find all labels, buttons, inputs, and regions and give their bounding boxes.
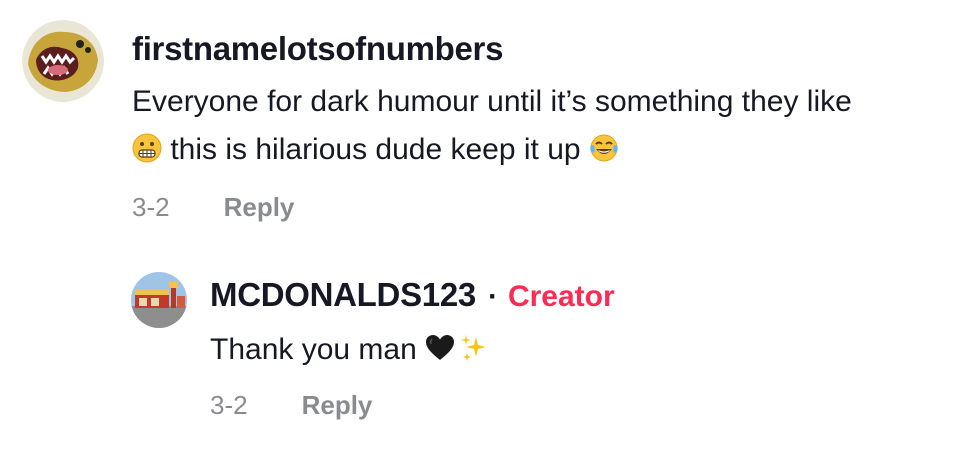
reply-button[interactable]: Reply (224, 192, 295, 223)
separator-dot: · (487, 280, 498, 313)
comment-text-line1: Everyone for dark humour until it’s some… (132, 85, 852, 118)
reply-body: MCDONALDS123 · Creator Thank you man 3-2 (210, 276, 971, 421)
comment-meta: 3-2 Reply (132, 192, 972, 223)
comment-username[interactable]: firstnamelotsofnumbers (132, 30, 503, 68)
comment-date: 3-2 (132, 192, 170, 222)
comment-thread: firstnamelotsofnumbers Everyone for dark… (0, 0, 980, 449)
reply-date: 3-2 (210, 390, 248, 420)
monster-avatar-icon (22, 20, 104, 102)
grimacing-face-emoji-icon (132, 133, 162, 163)
reply-meta: 3-2 Reply (210, 390, 971, 421)
reply-username[interactable]: MCDONALDS123 (210, 276, 476, 314)
sparkles-emoji-icon (461, 335, 487, 361)
reply-text-content: Thank you man (210, 333, 417, 366)
reply-text: Thank you man (210, 326, 971, 374)
avatar[interactable] (131, 272, 187, 328)
avatar[interactable] (22, 20, 104, 102)
black-heart-emoji-icon (426, 335, 455, 360)
reply-button[interactable]: Reply (302, 390, 373, 421)
comment-text: Everyone for dark humour until it’s some… (132, 78, 972, 174)
tears-of-joy-emoji-icon (590, 134, 618, 162)
comment-text-line2: this is hilarious dude keep it up (170, 133, 581, 166)
comment-body: firstnamelotsofnumbers Everyone for dark… (132, 30, 972, 223)
restaurant-avatar-icon (131, 272, 187, 328)
creator-badge: Creator (507, 280, 615, 313)
